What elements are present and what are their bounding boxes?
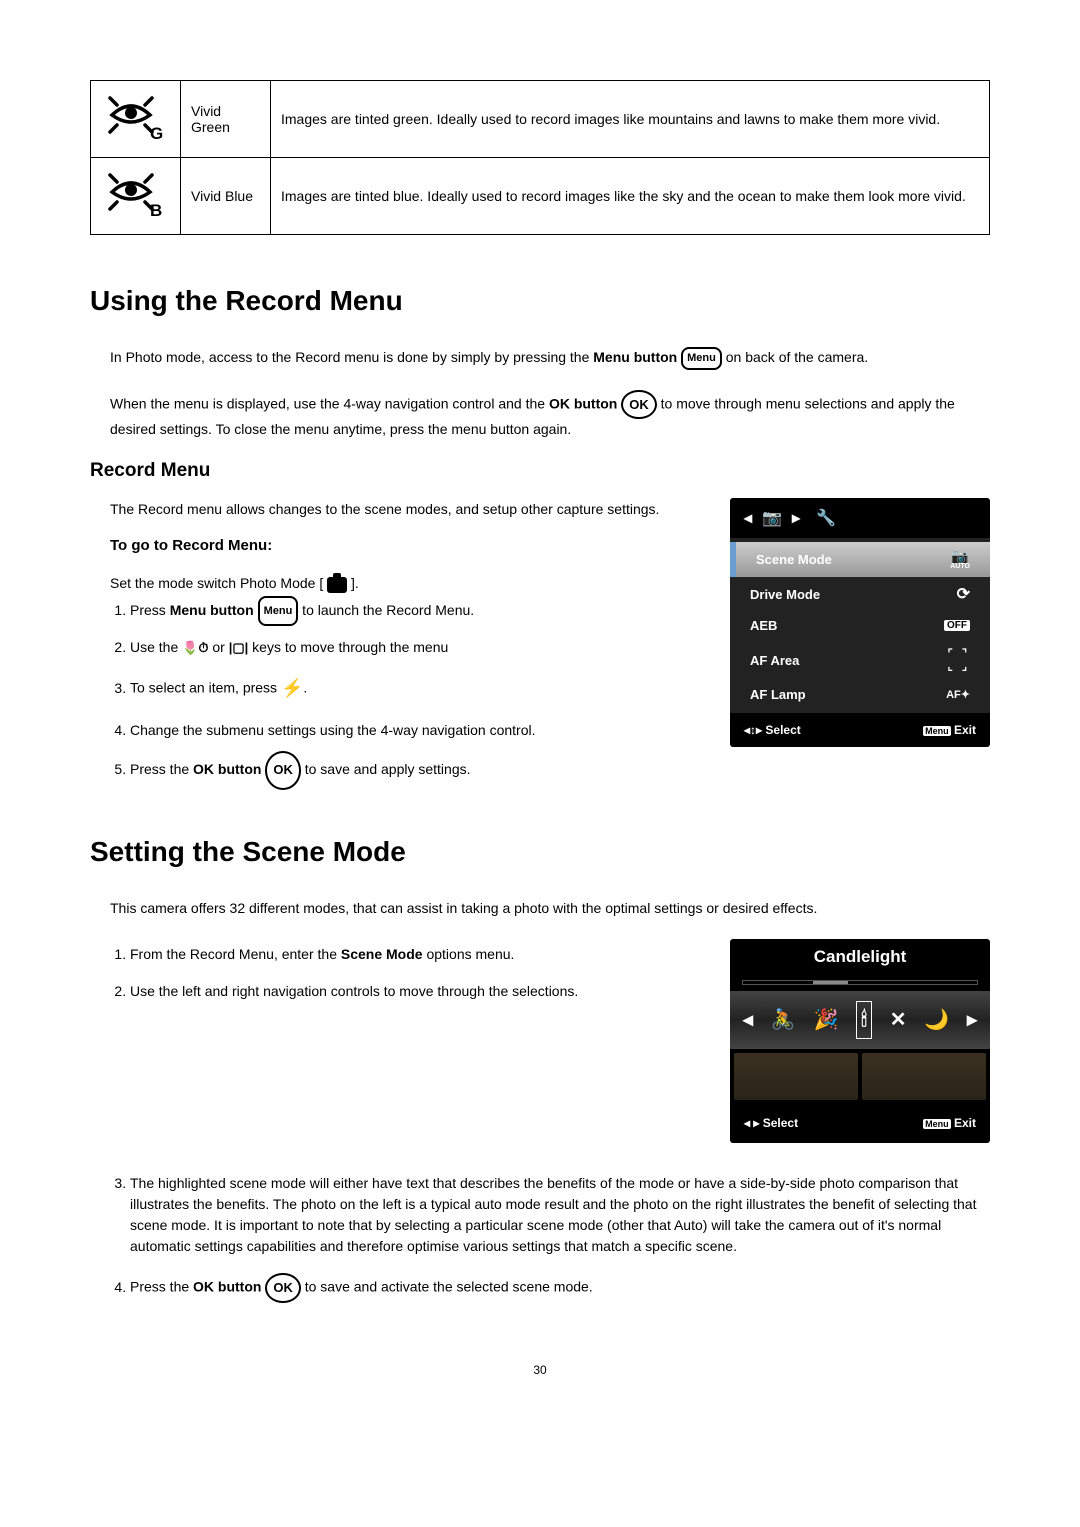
camera-tab-icon: 📷 — [762, 508, 782, 528]
scene-night-icon: 🌙 — [924, 1004, 949, 1036]
scene-bike-icon: 🚴 — [771, 1004, 796, 1036]
menu-item-af-lamp: AF Lamp AF✦ — [730, 680, 990, 709]
scene-footer: ◂ ▸ Select Menu Exit — [730, 1104, 990, 1143]
camera-auto-icon: 📷 — [951, 549, 968, 563]
page-number: 30 — [90, 1363, 990, 1377]
drive-mode-icon: ⟳ — [957, 584, 970, 604]
scene-mode-text: From the Record Menu, enter the Scene Mo… — [110, 939, 700, 1013]
scene-mode-intro: This camera offers 32 different modes, t… — [110, 898, 990, 919]
color-description: Images are tinted green. Ideally used to… — [271, 81, 990, 158]
arrow-right-icon: ▸ — [967, 1004, 977, 1036]
camera-lcd-record-menu: ◂ 📷 ▸ 🔧 Scene Mode 📷 AUTO Drive Mode ⟳ — [730, 498, 990, 747]
ok-button-icon: OK — [621, 390, 657, 420]
svg-text:B: B — [150, 201, 162, 220]
arrow-right-icon: ▸ — [753, 1116, 759, 1130]
record-menu-intro-1: In Photo mode, access to the Record menu… — [110, 347, 990, 370]
ok-button-icon: OK — [265, 751, 301, 790]
screen-footer: ◂↕▸ Select Menu Exit — [730, 713, 990, 747]
scene-mode-two-col: From the Record Menu, enter the Scene Mo… — [110, 939, 990, 1143]
step-1: Press Menu button Menu to launch the Rec… — [130, 595, 700, 626]
flash-icon: ⚡ — [281, 669, 303, 709]
vivid-blue-icon-cell: B — [91, 158, 181, 235]
screen-header: ◂ 📷 ▸ 🔧 — [730, 498, 990, 538]
record-menu-two-col: The Record menu allows changes to the sc… — [90, 498, 990, 796]
preview-right — [862, 1053, 986, 1100]
scene-candle-icon: 🕯 — [856, 1001, 872, 1039]
svg-text:G: G — [150, 124, 163, 143]
scene-title: Candlelight — [730, 939, 990, 974]
record-menu-desc: The Record menu allows changes to the sc… — [110, 498, 700, 520]
scene-step-1: From the Record Menu, enter the Scene Mo… — [130, 939, 700, 970]
menu-badge-icon: Menu — [923, 726, 951, 736]
menu-button-icon: Menu — [681, 347, 722, 370]
arrow-right-icon: ▸ — [792, 508, 800, 528]
color-description: Images are tinted blue. Ideally used to … — [271, 158, 990, 235]
screen-menu-body: Scene Mode 📷 AUTO Drive Mode ⟳ AEB OFF A… — [730, 538, 990, 713]
heading-record-menu: Record Menu — [90, 460, 990, 482]
color-name: Vivid Green — [181, 81, 271, 158]
af-area-icon: ⌜ ⌝⌞ ⌟ — [948, 647, 970, 673]
vivid-green-icon-cell: G — [91, 81, 181, 158]
color-name: Vivid Blue — [181, 158, 271, 235]
scene-mode-steps-2: The highlighted scene mode will either h… — [130, 1173, 990, 1303]
vivid-green-icon: G — [106, 95, 166, 143]
step-5: Press the OK button OK to save and apply… — [130, 751, 700, 790]
color-mode-table: G Vivid Green Images are tinted green. I… — [90, 80, 990, 235]
record-menu-screenshot: ◂ 📷 ▸ 🔧 Scene Mode 📷 AUTO Drive Mode ⟳ — [730, 498, 990, 747]
menu-item-aeb: AEB OFF — [730, 611, 990, 640]
scene-mode-steps-cont: The highlighted scene mode will either h… — [110, 1173, 990, 1303]
ok-button-icon: OK — [265, 1273, 301, 1303]
heading-scene-mode: Setting the Scene Mode — [90, 836, 990, 868]
table-row: G Vivid Green Images are tinted green. I… — [91, 81, 990, 158]
menu-item-af-area: AF Area ⌜ ⌝⌞ ⌟ — [730, 640, 990, 680]
arrow-left-icon: ◂ — [743, 1004, 753, 1036]
menu-item-drive-mode: Drive Mode ⟳ — [730, 577, 990, 611]
heading-using-record-menu: Using the Record Menu — [90, 285, 990, 317]
scene-step-3: The highlighted scene mode will either h… — [130, 1173, 990, 1257]
scene-preview-images — [730, 1049, 990, 1104]
scene-party-icon: 🎉 — [813, 1004, 838, 1036]
wrench-tab-icon: 🔧 — [816, 508, 836, 528]
record-menu-text: The Record menu allows changes to the sc… — [110, 498, 700, 796]
camera-lcd-scene-mode: Candlelight ◂ 🚴 🎉 🕯 ✕ 🌙 ▸ ◂ ▸ Select — [730, 939, 990, 1143]
camera-icon — [327, 577, 347, 593]
scene-step-4: Press the OK button OK to save and activ… — [130, 1273, 990, 1303]
scene-icon-strip: ◂ 🚴 🎉 🕯 ✕ 🌙 ▸ — [730, 991, 990, 1049]
menu-badge-icon: Menu — [923, 1119, 951, 1129]
nav-arrows-icon: ◂↕▸ — [744, 723, 762, 737]
step-3: To select an item, press ⚡. — [130, 669, 700, 709]
step-4: Change the submenu settings using the 4-… — [130, 715, 700, 746]
arrow-left-icon: ◂ — [744, 508, 752, 528]
scene-mode-screenshot: Candlelight ◂ 🚴 🎉 🕯 ✕ 🌙 ▸ ◂ ▸ Select — [730, 939, 990, 1143]
off-badge-icon: OFF — [944, 620, 970, 631]
vivid-blue-icon: B — [106, 172, 166, 220]
scene-food-icon: ✕ — [890, 1004, 907, 1036]
display-icon: |▢| — [229, 634, 249, 663]
macro-timer-icon: 🌷⏱ — [182, 634, 208, 663]
heading-go-to-record: To go to Record Menu: — [110, 534, 700, 558]
record-menu-steps: Press Menu button Menu to launch the Rec… — [130, 595, 700, 790]
menu-button-icon: Menu — [258, 596, 299, 626]
step-2: Use the 🌷⏱ or |▢| keys to move through t… — [130, 632, 700, 663]
af-lamp-icon: AF✦ — [946, 688, 970, 701]
scene-mode-steps-1: From the Record Menu, enter the Scene Mo… — [130, 939, 700, 1007]
table-row: B Vivid Blue Images are tinted blue. Ide… — [91, 158, 990, 235]
scene-step-2: Use the left and right navigation contro… — [130, 976, 700, 1007]
set-mode-text: Set the mode switch Photo Mode [ ]. — [110, 572, 700, 594]
preview-left — [734, 1053, 858, 1100]
arrow-left-icon: ◂ — [744, 1116, 750, 1130]
record-menu-intro-2: When the menu is displayed, use the 4-wa… — [110, 390, 990, 441]
menu-item-scene-mode: Scene Mode 📷 AUTO — [730, 542, 990, 577]
scene-scrollbar — [730, 974, 990, 991]
